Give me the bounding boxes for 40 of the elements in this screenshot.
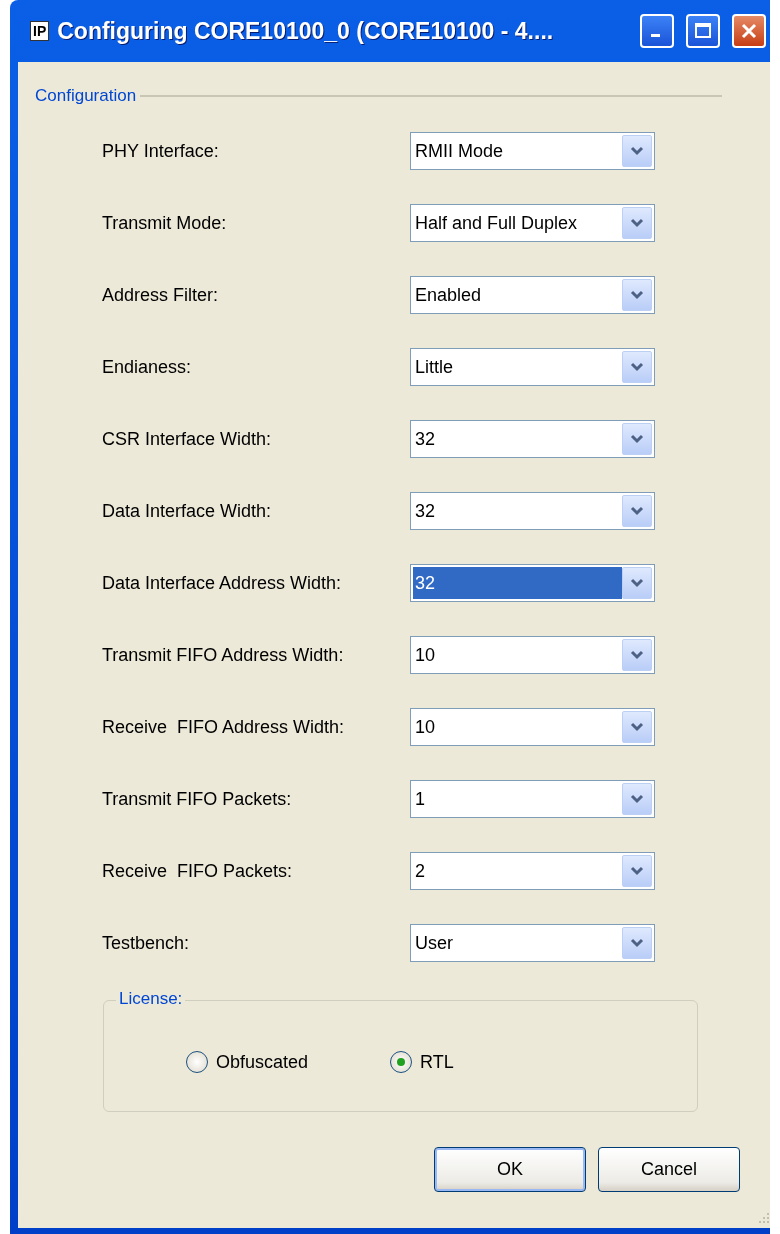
dropdown[interactable]: 32: [410, 564, 655, 602]
field-label: Testbench:: [102, 932, 191, 954]
field-label: Address Filter:: [102, 284, 220, 306]
window-title: Configuring CORE10100_0 (CORE10100 - 4....: [57, 17, 555, 45]
dropdown[interactable]: 10: [410, 636, 655, 674]
dropdown[interactable]: 2: [410, 852, 655, 890]
maximize-icon: [695, 23, 711, 38]
dialog-button[interactable]: OK: [434, 1147, 586, 1192]
field-label: CSR Interface Width:: [102, 428, 273, 450]
field-label: Transmit FIFO Address Width:: [102, 644, 345, 666]
field-label: Transmit FIFO Packets:: [102, 788, 293, 810]
field-label: Data Interface Address Width:: [102, 572, 343, 594]
dialog-button[interactable]: Cancel: [598, 1147, 740, 1192]
dropdown[interactable]: Little: [410, 348, 655, 386]
minimize-button[interactable]: [640, 14, 674, 48]
radio-label: RTL: [420, 1051, 454, 1073]
app-icon: IP: [30, 21, 50, 41]
close-button[interactable]: [732, 14, 766, 48]
radio-button[interactable]: [186, 1051, 208, 1073]
close-icon: [741, 23, 757, 39]
dropdown[interactable]: User: [410, 924, 655, 962]
dropdown[interactable]: Half and Full Duplex: [410, 204, 655, 242]
dropdown[interactable]: Enabled: [410, 276, 655, 314]
dropdown[interactable]: 1: [410, 780, 655, 818]
dropdown[interactable]: RMII Mode: [410, 132, 655, 170]
resize-grip-icon[interactable]: [758, 1212, 770, 1224]
minimize-icon: [651, 34, 660, 37]
radio-label: Obfuscated: [216, 1051, 309, 1073]
radio-button[interactable]: [390, 1051, 413, 1073]
field-label: Transmit Mode:: [102, 212, 228, 234]
field-label: Endianess:: [102, 356, 193, 378]
field-label: Data Interface Width:: [102, 500, 273, 522]
field-label: PHY Interface:: [102, 140, 220, 162]
dropdown[interactable]: 10: [410, 708, 655, 746]
group-legend: Configuration: [35, 86, 137, 106]
dropdown[interactable]: 32: [410, 492, 655, 530]
field-label: Receive FIFO Packets:: [102, 860, 294, 882]
field-label: Receive FIFO Address Width:: [102, 716, 346, 738]
dropdown[interactable]: 32: [410, 420, 655, 458]
maximize-button[interactable]: [686, 14, 720, 48]
